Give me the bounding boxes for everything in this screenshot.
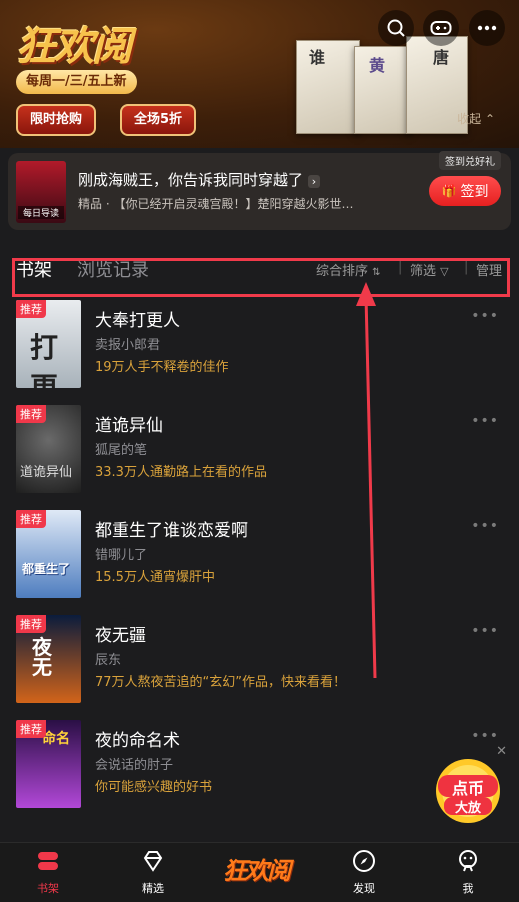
book-author: 狐尾的笔 bbox=[95, 443, 148, 458]
book-item[interactable]: 都重生了 推荐 都重生了谁谈恋爱啊 错哪儿了 15.5万人通宵爆肝中 ••• bbox=[0, 510, 519, 610]
more-icon[interactable]: ••• bbox=[471, 308, 499, 324]
nav-label: 书架 bbox=[37, 882, 59, 895]
highlight-box bbox=[12, 258, 510, 297]
gift-icon: 🎁 bbox=[441, 184, 457, 198]
book-item[interactable]: 道诡异仙 推荐 道诡异仙 狐尾的笔 33.3万人通勤路上在看的作品 ••• bbox=[0, 405, 519, 505]
gamepad-icon bbox=[430, 21, 452, 35]
half-off-button[interactable]: 全场5折 bbox=[120, 104, 197, 136]
book-cover[interactable]: 命名 推荐 bbox=[16, 720, 81, 808]
search-button[interactable] bbox=[378, 10, 414, 46]
nav-bookshelf[interactable]: 书架 bbox=[8, 849, 88, 896]
nav-discover[interactable]: 发现 bbox=[324, 849, 404, 896]
book-title[interactable]: 大奉打更人 bbox=[95, 306, 180, 331]
book-author: 卖报小郎君 bbox=[95, 338, 161, 353]
more-icon[interactable]: ••• bbox=[471, 413, 499, 429]
diamond-icon bbox=[143, 851, 163, 872]
carnival-logo: 狂欢阅 bbox=[16, 24, 132, 70]
nav-label: 我 bbox=[462, 882, 474, 895]
signin-button[interactable]: 🎁 签到 bbox=[429, 176, 501, 206]
card-subtitle: 精品 · 【你已经开启灵魂宫殿！】楚阳穿越火影世… bbox=[78, 197, 354, 211]
book-title[interactable]: 道诡异仙 bbox=[95, 411, 163, 436]
book-cover[interactable]: 打更 推荐 bbox=[16, 300, 81, 388]
nav-label: 发现 bbox=[353, 882, 375, 895]
book-description: 15.5万人通宵爆肝中 bbox=[95, 570, 215, 585]
book-title[interactable]: 都重生了谁谈恋爱啊 bbox=[95, 516, 248, 541]
signin-reward-badge: 签到兑好礼 bbox=[439, 151, 501, 170]
book-author: 会说话的肘子 bbox=[95, 758, 174, 773]
recommend-tag: 推荐 bbox=[16, 615, 46, 633]
schedule-pill: 每周一/三/五上新 bbox=[16, 70, 137, 94]
book-author: 辰东 bbox=[95, 653, 122, 668]
more-icon[interactable]: ••• bbox=[471, 623, 499, 639]
book-cover[interactable]: 都重生了 推荐 bbox=[16, 510, 81, 598]
book-description: 你可能感兴趣的好书 bbox=[95, 780, 213, 795]
carnival-logo: 狂欢阅 bbox=[223, 857, 291, 885]
recommend-tag: 推荐 bbox=[16, 510, 46, 528]
recommend-tag: 推荐 bbox=[16, 300, 46, 318]
compass-icon bbox=[353, 850, 375, 872]
nav-carnival[interactable]: 狂欢阅 bbox=[215, 843, 297, 886]
nav-label: 精选 bbox=[142, 882, 164, 895]
promo-banner[interactable]: 狂欢阅 每周一/三/五上新 限时抢购 全场5折 谁 黄 唐 收起 ⌃ bbox=[0, 0, 519, 148]
coin-promo-line2: 大放 bbox=[454, 801, 481, 816]
nav-profile[interactable]: 我 bbox=[428, 849, 508, 896]
signin-label: 签到 bbox=[460, 184, 489, 200]
profile-icon bbox=[459, 850, 477, 872]
flash-sale-button[interactable]: 限时抢购 bbox=[16, 104, 97, 136]
recommend-tag: 推荐 bbox=[16, 720, 46, 738]
book-cover[interactable]: 夜无 推荐 bbox=[16, 615, 81, 703]
card-title[interactable]: 刚成海贼王，你告诉我同时穿越了 › bbox=[78, 169, 321, 190]
bottom-nav: 书架 精选 狂欢阅 发现 我 bbox=[0, 842, 519, 902]
more-menu-button[interactable] bbox=[469, 10, 505, 46]
book-title[interactable]: 夜无疆 bbox=[95, 621, 146, 646]
book-cover[interactable]: 道诡异仙 推荐 bbox=[16, 405, 81, 493]
recommend-tag: 推荐 bbox=[16, 405, 46, 423]
collapse-button[interactable]: 收起 ⌃ bbox=[457, 110, 495, 127]
daily-reading-caption: 每日导读 bbox=[18, 206, 64, 219]
bookshelf-icon bbox=[38, 852, 58, 870]
coin-promo-line1: 点币 bbox=[451, 779, 484, 798]
book-description: 77万人熬夜苦追的“玄幻”作品，快来看看！ bbox=[95, 675, 347, 690]
more-icon bbox=[477, 25, 497, 31]
search-icon bbox=[387, 19, 405, 37]
book-title[interactable]: 夜的命名术 bbox=[95, 726, 180, 751]
nav-featured[interactable]: 精选 bbox=[113, 849, 193, 896]
book-description: 19万人手不释卷的佳作 bbox=[95, 360, 229, 375]
daily-reading-card[interactable]: 每日导读 刚成海贼王，你告诉我同时穿越了 › 精品 · 【你已经开启灵魂宫殿！】… bbox=[8, 151, 511, 230]
more-icon[interactable]: ••• bbox=[471, 518, 499, 534]
book-description: 33.3万人通勤路上在看的作品 bbox=[95, 465, 267, 480]
book-author: 错哪儿了 bbox=[95, 548, 148, 563]
coin-promo-widget[interactable]: 点币 大放 bbox=[432, 757, 504, 825]
book-item[interactable]: 夜无 推荐 夜无疆 辰东 77万人熬夜苦追的“玄幻”作品，快来看看！ ••• bbox=[0, 615, 519, 715]
book-item[interactable]: 打更 推荐 大奉打更人 卖报小郎君 19万人手不释卷的佳作 ••• bbox=[0, 300, 519, 400]
game-button[interactable] bbox=[423, 10, 459, 46]
more-icon[interactable]: ••• bbox=[471, 728, 499, 744]
daily-reading-cover[interactable]: 每日导读 bbox=[16, 161, 66, 223]
